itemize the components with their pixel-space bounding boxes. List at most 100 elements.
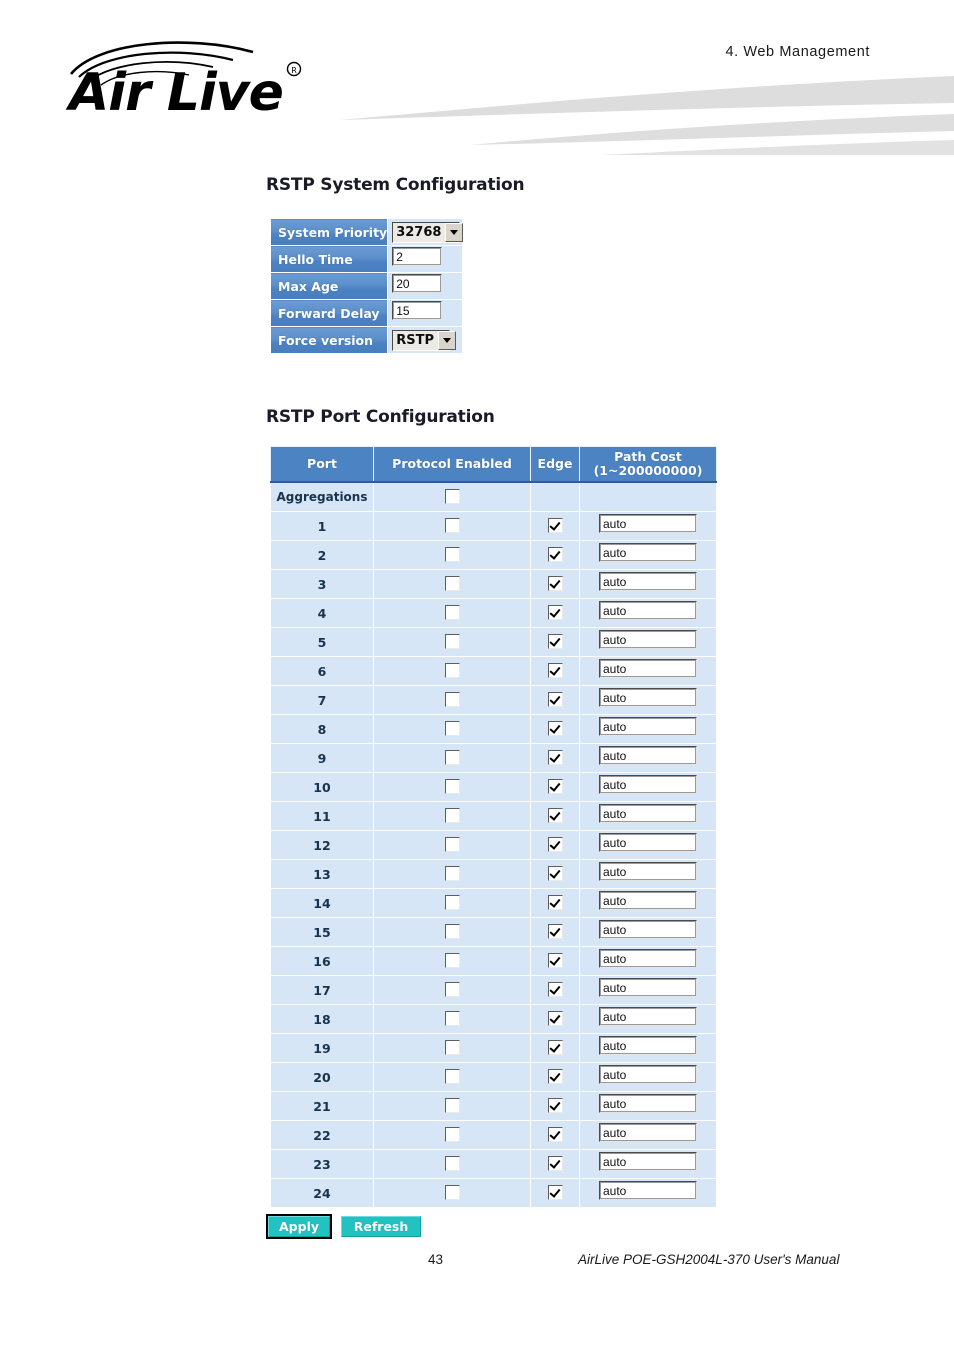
- path-cost-input[interactable]: auto: [599, 1152, 697, 1171]
- port-label: 19: [270, 1033, 374, 1063]
- edge-checkbox[interactable]: [547, 576, 563, 592]
- path-cost-input[interactable]: auto: [599, 775, 697, 794]
- path-cost-input[interactable]: auto: [599, 514, 697, 533]
- port-label: 9: [270, 743, 374, 773]
- protocol-enabled-checkbox[interactable]: [444, 518, 460, 534]
- path-cost-input[interactable]: auto: [599, 601, 697, 620]
- path-cost-input[interactable]: auto: [599, 1007, 697, 1026]
- path-cost-input[interactable]: auto: [599, 659, 697, 678]
- edge-checkbox[interactable]: [547, 750, 563, 766]
- edge-checkbox[interactable]: [547, 1185, 563, 1201]
- protocol-enabled-checkbox[interactable]: [444, 1098, 460, 1114]
- protocol-enabled-checkbox[interactable]: [444, 576, 460, 592]
- action-button-row: Apply Refresh: [266, 1214, 421, 1239]
- force-version-select[interactable]: RSTP: [392, 329, 456, 351]
- refresh-button[interactable]: Refresh: [341, 1216, 421, 1237]
- path-cost-input[interactable]: auto: [599, 1123, 697, 1142]
- path-cost-input[interactable]: auto: [599, 746, 697, 765]
- edge-checkbox[interactable]: [547, 721, 563, 737]
- svg-text:R: R: [291, 66, 297, 75]
- protocol-enabled-checkbox[interactable]: [444, 1040, 460, 1056]
- edge-checkbox[interactable]: [547, 866, 563, 882]
- edge-checkbox[interactable]: [547, 663, 563, 679]
- path-cost-input[interactable]: auto: [599, 543, 697, 562]
- edge-checkbox[interactable]: [547, 634, 563, 650]
- path-cost-input[interactable]: auto: [599, 1036, 697, 1055]
- path-cost-input[interactable]: auto: [599, 717, 697, 736]
- hello-time-input[interactable]: 2: [392, 247, 443, 266]
- protocol-enabled-checkbox[interactable]: [444, 692, 460, 708]
- table-row: 19 auto: [270, 1033, 717, 1063]
- protocol-enabled-checkbox[interactable]: [444, 663, 460, 679]
- path-cost-input[interactable]: auto: [599, 891, 697, 910]
- path-cost-input[interactable]: auto: [599, 862, 697, 881]
- system-priority-select[interactable]: 32768: [392, 221, 464, 243]
- edge-cell: [530, 975, 580, 1005]
- protocol-enabled-checkbox[interactable]: [444, 866, 460, 882]
- edge-checkbox[interactable]: [547, 953, 563, 969]
- path-cost-input[interactable]: auto: [599, 804, 697, 823]
- edge-checkbox[interactable]: [547, 982, 563, 998]
- protocol-enabled-checkbox[interactable]: [444, 634, 460, 650]
- edge-cell: [530, 1120, 580, 1150]
- edge-cell: [530, 1091, 580, 1121]
- edge-checkbox[interactable]: [547, 1127, 563, 1143]
- path-cost-input[interactable]: auto: [599, 978, 697, 997]
- protocol-enabled-checkbox[interactable]: [444, 1011, 460, 1027]
- port-label: 20: [270, 1062, 374, 1092]
- apply-button[interactable]: Apply: [266, 1214, 332, 1239]
- protocol-enabled-checkbox[interactable]: [444, 779, 460, 795]
- forward-delay-input[interactable]: 15: [392, 301, 443, 320]
- path-cost-input[interactable]: auto: [599, 688, 697, 707]
- protocol-enabled-cell: [373, 1004, 531, 1034]
- edge-checkbox[interactable]: [547, 605, 563, 621]
- path-cost-input[interactable]: auto: [599, 1065, 697, 1084]
- edge-checkbox[interactable]: [547, 518, 563, 534]
- rstp-system-configuration-title: RSTP System Configuration: [266, 175, 525, 195]
- edge-checkbox[interactable]: [547, 1098, 563, 1114]
- path-cost-input[interactable]: auto: [599, 920, 697, 939]
- protocol-enabled-checkbox[interactable]: [444, 895, 460, 911]
- edge-checkbox[interactable]: [547, 779, 563, 795]
- chevron-down-icon[interactable]: [445, 222, 464, 242]
- chevron-down-icon[interactable]: [437, 330, 456, 350]
- edge-checkbox[interactable]: [547, 1069, 563, 1085]
- path-cost-cell: auto: [579, 685, 717, 715]
- protocol-enabled-checkbox[interactable]: [444, 489, 460, 505]
- protocol-enabled-checkbox[interactable]: [444, 924, 460, 940]
- protocol-enabled-checkbox[interactable]: [444, 1185, 460, 1201]
- protocol-enabled-checkbox[interactable]: [444, 1127, 460, 1143]
- edge-checkbox[interactable]: [547, 924, 563, 940]
- edge-checkbox[interactable]: [547, 895, 563, 911]
- protocol-enabled-checkbox[interactable]: [444, 1156, 460, 1172]
- table-row: 13 auto: [270, 859, 717, 889]
- protocol-enabled-checkbox[interactable]: [444, 808, 460, 824]
- path-cost-input[interactable]: auto: [599, 630, 697, 649]
- edge-checkbox[interactable]: [547, 547, 563, 563]
- edge-checkbox[interactable]: [547, 808, 563, 824]
- protocol-enabled-checkbox[interactable]: [444, 982, 460, 998]
- protocol-enabled-checkbox[interactable]: [444, 750, 460, 766]
- airlive-logo-svg: Air Live R: [65, 41, 302, 116]
- edge-checkbox[interactable]: [547, 692, 563, 708]
- protocol-enabled-checkbox[interactable]: [444, 1069, 460, 1085]
- edge-checkbox[interactable]: [547, 1011, 563, 1027]
- path-cost-input[interactable]: auto: [599, 833, 697, 852]
- protocol-enabled-checkbox[interactable]: [444, 547, 460, 563]
- path-cost-cell: auto: [579, 540, 717, 570]
- airlive-logo: Air Live R: [57, 36, 357, 116]
- protocol-enabled-checkbox[interactable]: [444, 605, 460, 621]
- path-cost-input[interactable]: auto: [599, 572, 697, 591]
- max-age-input[interactable]: 20: [392, 274, 443, 293]
- path-cost-input[interactable]: auto: [599, 1181, 697, 1200]
- protocol-enabled-checkbox[interactable]: [444, 721, 460, 737]
- edge-checkbox[interactable]: [547, 837, 563, 853]
- table-row: 15 auto: [270, 917, 717, 947]
- path-cost-input[interactable]: auto: [599, 949, 697, 968]
- edge-checkbox[interactable]: [547, 1040, 563, 1056]
- edge-checkbox[interactable]: [547, 1156, 563, 1172]
- protocol-enabled-checkbox[interactable]: [444, 953, 460, 969]
- path-cost-input[interactable]: auto: [599, 1094, 697, 1113]
- protocol-enabled-checkbox[interactable]: [444, 837, 460, 853]
- port-label: 14: [270, 888, 374, 918]
